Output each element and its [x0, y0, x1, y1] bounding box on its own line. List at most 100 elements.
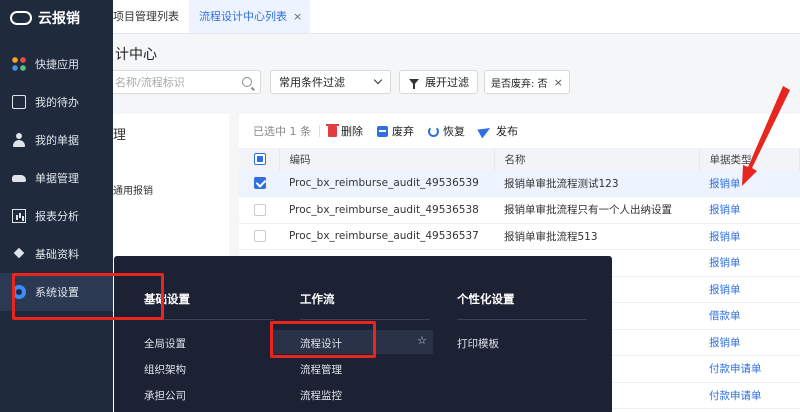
tree-title: 理	[113, 128, 127, 143]
cell-type-link[interactable]: 报销单	[699, 196, 800, 224]
expand-filter-button[interactable]: 展开过滤	[399, 70, 478, 94]
cell-type-link[interactable]: 付款申请单	[699, 382, 800, 409]
sidebar-item-reports[interactable]: 报表分析	[0, 197, 113, 235]
close-icon[interactable]: ×	[554, 76, 563, 89]
sidebar-item-document-management[interactable]: 单据管理	[0, 159, 113, 197]
tab-label: 流程设计中心列表	[199, 10, 287, 23]
publish-button[interactable]: 发布	[477, 123, 518, 139]
annotation-box-process-design	[270, 321, 376, 358]
cell-type-link[interactable]: 报销单	[699, 170, 800, 197]
menu-item-process-management[interactable]: 流程管理	[300, 362, 342, 377]
sidebar: 云报销 快捷应用 我的待办 我的单据 单据管理 报表分析 基础资料 系统设置	[0, 0, 113, 412]
search-input[interactable]: 名称/流程标识	[113, 70, 261, 94]
paper-plane-icon	[477, 123, 493, 139]
tree-item-general-reimbursement[interactable]: 通用报销	[113, 182, 153, 197]
cell-code: Proc_bx_reimburse_audit_49536538	[279, 196, 494, 224]
row-checkbox[interactable]	[254, 203, 266, 216]
delete-label: 删除	[341, 125, 363, 138]
filter-chip-label: 是否废弃: 否	[491, 78, 548, 90]
expand-filter-label: 展开过滤	[425, 76, 469, 89]
row-checkbox[interactable]	[254, 177, 266, 189]
chart-icon	[12, 209, 26, 223]
menu-heading-workflow: 工作流	[300, 292, 335, 306]
sidebar-item-label: 快捷应用	[35, 58, 79, 71]
trash-icon	[326, 123, 339, 137]
tab-project-list[interactable]: 项目管理列表	[113, 0, 189, 33]
menu-item-bearing-company[interactable]: 承担公司	[144, 388, 186, 403]
select-all-cell	[239, 148, 280, 170]
cell-code: Proc_bx_reimburse_audit_49536539	[279, 170, 494, 197]
abandon-button[interactable]: 废弃	[377, 123, 414, 139]
table-toolbar: 已选中 1 条 删除 废弃 恢复 发布	[239, 114, 800, 148]
menu-item-global-settings[interactable]: 全局设置	[144, 336, 186, 351]
toolbar-divider	[319, 125, 320, 137]
column-header-code[interactable]: 编码	[279, 148, 495, 170]
cell-name: 报销单审批流程测试123	[494, 170, 699, 197]
delete-button[interactable]: 删除	[326, 123, 363, 139]
row-checkbox-cell	[239, 170, 279, 197]
filter-chip-abandoned[interactable]: 是否废弃: 否 ×	[484, 70, 570, 94]
car-icon	[12, 171, 26, 185]
cell-name: 报销单审批流程只有一个人出纳设置	[494, 196, 699, 224]
todo-icon	[12, 95, 26, 109]
menu-heading-personalization: 个性化设置	[457, 292, 515, 306]
restore-label: 恢复	[443, 125, 465, 138]
funnel-icon	[409, 79, 419, 89]
abandon-label: 废弃	[392, 125, 414, 138]
menu-divider	[300, 319, 430, 320]
cell-code: Proc_bx_reimburse_audit_49536537	[279, 223, 494, 250]
sidebar-item-quick-apps[interactable]: 快捷应用	[0, 45, 113, 83]
sidebar-item-label: 基础资料	[35, 248, 79, 261]
apps-icon	[12, 57, 26, 71]
close-icon[interactable]: ×	[293, 10, 302, 23]
sidebar-item-label: 报表分析	[35, 210, 79, 223]
cell-type-link[interactable]: 借款单	[699, 302, 800, 330]
table-row[interactable]: Proc_bx_reimburse_audit_49536539 报销单审批流程…	[239, 170, 800, 197]
column-header-name[interactable]: 名称	[494, 148, 700, 170]
column-header-type[interactable]: 单据类型	[699, 148, 800, 170]
table-header-row: 编码 名称 单据类型	[239, 148, 800, 170]
restore-button[interactable]: 恢复	[428, 123, 465, 139]
cell-type-link[interactable]: 报销单	[699, 223, 800, 250]
restore-icon	[428, 125, 439, 137]
publish-label: 发布	[496, 125, 518, 138]
page-title: 计中心	[115, 47, 157, 63]
search-placeholder: 名称/流程标识	[115, 76, 185, 89]
sidebar-item-label: 我的待办	[35, 96, 79, 109]
search-icon[interactable]	[242, 77, 252, 87]
row-checkbox-cell	[239, 223, 279, 250]
app-logo-text: 云报销	[38, 11, 80, 27]
app-logo[interactable]: 云报销	[0, 0, 113, 36]
menu-divider	[457, 319, 587, 320]
layers-icon	[12, 247, 26, 261]
table-row[interactable]: Proc_bx_reimburse_audit_49536537 报销单审批流程…	[239, 223, 800, 250]
filter-select-value: 常用条件过滤	[279, 76, 345, 89]
sidebar-item-label: 单据管理	[35, 172, 79, 185]
abandon-icon	[377, 125, 388, 137]
row-checkbox[interactable]	[254, 230, 266, 243]
cell-type-link[interactable]: 报销单	[699, 249, 800, 277]
tab-process-design-list[interactable]: 流程设计中心列表 ×	[189, 0, 311, 33]
annotation-box-system-settings	[12, 273, 164, 320]
common-filter-select[interactable]: 常用条件过滤	[270, 70, 391, 94]
cloud-logo-icon	[10, 11, 32, 25]
user-icon	[12, 133, 26, 147]
select-all-checkbox[interactable]	[254, 153, 266, 165]
chevron-down-icon	[373, 75, 383, 85]
row-checkbox-cell	[239, 196, 279, 224]
tab-bar: 项目管理列表 流程设计中心列表 ×	[113, 0, 800, 34]
menu-item-process-monitoring[interactable]: 流程监控	[300, 388, 342, 403]
selected-count: 已选中 1 条	[253, 125, 311, 138]
star-icon[interactable]: ☆	[417, 334, 427, 347]
sidebar-item-label: 我的单据	[35, 134, 79, 147]
menu-item-print-template[interactable]: 打印模板	[457, 336, 499, 351]
tab-label: 项目管理列表	[113, 10, 179, 23]
sidebar-item-todo[interactable]: 我的待办	[0, 83, 113, 121]
cell-type-link[interactable]: 付款申请单	[699, 355, 800, 383]
cell-type-link[interactable]: 报销单	[699, 329, 800, 356]
cell-type-link[interactable]: 报销单	[699, 276, 800, 303]
menu-item-org-structure[interactable]: 组织架构	[144, 362, 186, 377]
sidebar-item-my-documents[interactable]: 我的单据	[0, 121, 113, 159]
table-row[interactable]: Proc_bx_reimburse_audit_49536538 报销单审批流程…	[239, 196, 800, 224]
sidebar-item-basic-data[interactable]: 基础资料	[0, 235, 113, 273]
